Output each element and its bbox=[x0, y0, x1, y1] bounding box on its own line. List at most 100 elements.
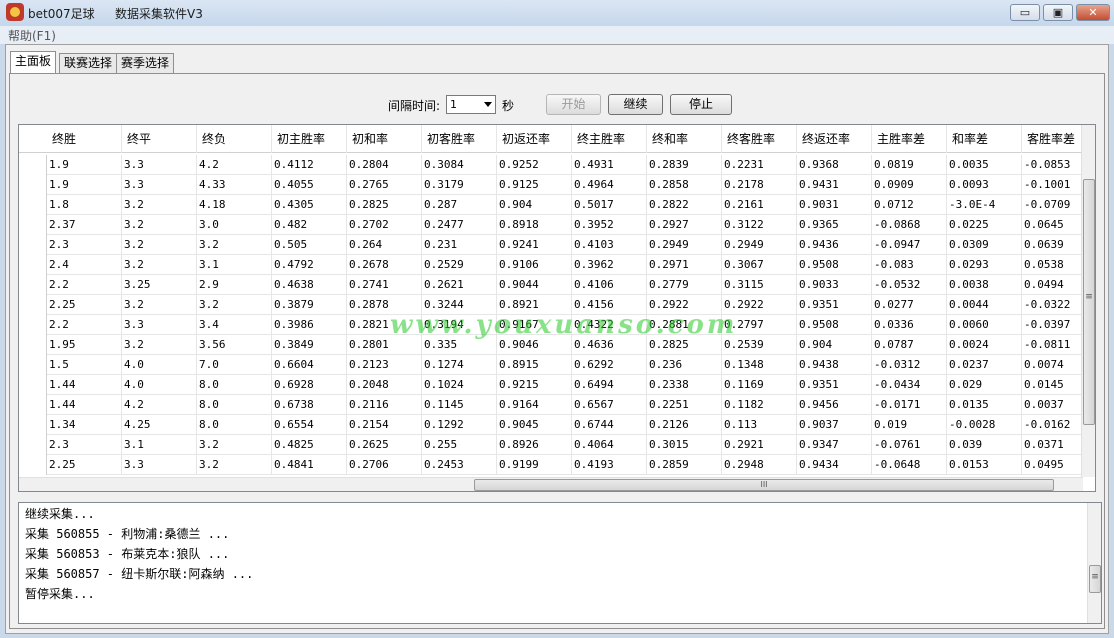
start-button[interactable]: 开始 bbox=[546, 94, 601, 115]
table-cell[interactable]: 0.2825 bbox=[347, 195, 422, 215]
table-cell[interactable]: 0.2477 bbox=[422, 215, 497, 235]
log-vscroll-thumb[interactable]: ≡ bbox=[1089, 565, 1101, 593]
table-cell[interactable]: 3.2 bbox=[122, 195, 197, 215]
table-cell[interactable]: 0.9215 bbox=[497, 375, 572, 395]
table-cell[interactable]: 0.9436 bbox=[797, 235, 872, 255]
table-cell[interactable]: 0.0038 bbox=[947, 275, 1022, 295]
table-cell[interactable]: 3.1 bbox=[122, 435, 197, 455]
table-cell[interactable]: 0.231 bbox=[422, 235, 497, 255]
table-cell[interactable]: 0.2971 bbox=[647, 255, 722, 275]
table-cell[interactable]: 3.3 bbox=[122, 155, 197, 175]
table-cell[interactable]: 3.2 bbox=[197, 435, 272, 455]
table-cell[interactable]: 1.5 bbox=[47, 355, 122, 375]
table-cell[interactable]: 0.1024 bbox=[422, 375, 497, 395]
table-cell[interactable]: 4.25 bbox=[122, 415, 197, 435]
table-cell[interactable]: 0.113 bbox=[722, 415, 797, 435]
table-cell[interactable]: 0.9044 bbox=[497, 275, 572, 295]
table-cell[interactable]: 3.2 bbox=[197, 455, 272, 475]
table-cell[interactable]: 0.9045 bbox=[497, 415, 572, 435]
table-cell[interactable]: 0.3067 bbox=[722, 255, 797, 275]
table-row[interactable]: 2.2 3.3 3.4 0.3986 0.2821 0.3194 0.9167 0.4322 0… bbox=[19, 315, 1083, 335]
table-cell[interactable]: 0.8926 bbox=[497, 435, 572, 455]
minimize-button[interactable]: ▭ bbox=[1010, 4, 1040, 21]
interval-select[interactable]: 1 bbox=[446, 95, 496, 114]
row-header[interactable] bbox=[19, 315, 47, 335]
table-cell[interactable]: 0.2621 bbox=[422, 275, 497, 295]
table-cell[interactable]: 0.0293 bbox=[947, 255, 1022, 275]
table-cell[interactable]: 0.9031 bbox=[797, 195, 872, 215]
stop-button[interactable]: 停止 bbox=[670, 94, 732, 115]
table-cell[interactable]: -0.0947 bbox=[872, 235, 947, 255]
table-cell[interactable]: 0.2804 bbox=[347, 155, 422, 175]
tab-main-panel[interactable]: 主面板 bbox=[10, 51, 57, 73]
table-cell[interactable]: 2.3 bbox=[47, 235, 122, 255]
table-cell[interactable]: 0.2178 bbox=[722, 175, 797, 195]
table-cell[interactable]: -0.0397 bbox=[1022, 315, 1083, 335]
table-cell[interactable]: 0.2625 bbox=[347, 435, 422, 455]
table-cell[interactable]: 0.6494 bbox=[572, 375, 647, 395]
table-cell[interactable]: 2.3 bbox=[47, 435, 122, 455]
table-row[interactable]: 1.9 3.3 4.33 0.4055 0.2765 0.3179 0.9125 0.4964… bbox=[19, 175, 1083, 195]
table-cell[interactable]: 0.8921 bbox=[497, 295, 572, 315]
table-cell[interactable]: 0.2123 bbox=[347, 355, 422, 375]
table-cell[interactable]: 0.2741 bbox=[347, 275, 422, 295]
table-cell[interactable]: 0.6928 bbox=[272, 375, 347, 395]
maximize-button[interactable]: ▣ bbox=[1043, 4, 1073, 21]
table-cell[interactable]: 0.2839 bbox=[647, 155, 722, 175]
table-cell[interactable]: -3.0E-4 bbox=[947, 195, 1022, 215]
table-cell[interactable]: 0.3122 bbox=[722, 215, 797, 235]
table-cell[interactable]: 0.0035 bbox=[947, 155, 1022, 175]
table-cell[interactable]: 0.2154 bbox=[347, 415, 422, 435]
table-row[interactable]: 2.37 3.2 3.0 0.482 0.2702 0.2477 0.8918 0.3952 0… bbox=[19, 215, 1083, 235]
table-cell[interactable]: 1.9 bbox=[47, 155, 122, 175]
table-cell[interactable]: 0.9434 bbox=[797, 455, 872, 475]
table-cell[interactable]: 0.0093 bbox=[947, 175, 1022, 195]
table-cell[interactable]: 0.1292 bbox=[422, 415, 497, 435]
table-row[interactable]: 1.44 4.0 8.0 0.6928 0.2048 0.1024 0.9215 0.6494… bbox=[19, 375, 1083, 395]
table-cell[interactable]: 3.3 bbox=[122, 455, 197, 475]
table-cell[interactable]: 0.3879 bbox=[272, 295, 347, 315]
table-cell[interactable]: -0.0648 bbox=[872, 455, 947, 475]
table-cell[interactable]: 0.4825 bbox=[272, 435, 347, 455]
table-cell[interactable]: 0.039 bbox=[947, 435, 1022, 455]
table-cell[interactable]: 0.2338 bbox=[647, 375, 722, 395]
table-cell[interactable]: 0.4112 bbox=[272, 155, 347, 175]
table-cell[interactable]: 0.0060 bbox=[947, 315, 1022, 335]
table-cell[interactable]: 3.25 bbox=[122, 275, 197, 295]
table-row[interactable]: 1.5 4.0 7.0 0.6604 0.2123 0.1274 0.8915 0.6292 0… bbox=[19, 355, 1083, 375]
table-cell[interactable]: 0.6554 bbox=[272, 415, 347, 435]
table-cell[interactable]: 0.2797 bbox=[722, 315, 797, 335]
table-cell[interactable]: 8.0 bbox=[197, 415, 272, 435]
table-cell[interactable]: 0.3962 bbox=[572, 255, 647, 275]
column-header[interactable]: 和率差 bbox=[947, 125, 1022, 153]
table-cell[interactable]: -0.0162 bbox=[1022, 415, 1083, 435]
table-cell[interactable]: 0.0494 bbox=[1022, 275, 1083, 295]
column-header[interactable]: 终返还率 bbox=[797, 125, 872, 153]
table-cell[interactable]: 2.2 bbox=[47, 315, 122, 335]
grid-hscroll-thumb[interactable]: III bbox=[474, 479, 1054, 491]
table-row[interactable]: 1.9 3.3 4.2 0.4112 0.2804 0.3084 0.9252 0.4931 0… bbox=[19, 155, 1083, 175]
table-cell[interactable]: 0.9431 bbox=[797, 175, 872, 195]
table-cell[interactable]: 0.9106 bbox=[497, 255, 572, 275]
table-cell[interactable]: -0.0171 bbox=[872, 395, 947, 415]
row-header[interactable] bbox=[19, 295, 47, 315]
table-cell[interactable]: 0.904 bbox=[797, 335, 872, 355]
table-cell[interactable]: 0.4103 bbox=[572, 235, 647, 255]
table-cell[interactable]: 0.0277 bbox=[872, 295, 947, 315]
table-cell[interactable]: 4.0 bbox=[122, 355, 197, 375]
table-cell[interactable]: 0.2922 bbox=[722, 295, 797, 315]
table-cell[interactable]: 0.3115 bbox=[722, 275, 797, 295]
table-cell[interactable]: 3.2 bbox=[197, 295, 272, 315]
row-header[interactable] bbox=[19, 195, 47, 215]
table-cell[interactable]: -0.0028 bbox=[947, 415, 1022, 435]
table-cell[interactable]: 0.2529 bbox=[422, 255, 497, 275]
row-header[interactable] bbox=[19, 375, 47, 395]
table-cell[interactable]: 0.9351 bbox=[797, 295, 872, 315]
table-cell[interactable]: 0.6744 bbox=[572, 415, 647, 435]
table-cell[interactable]: 4.2 bbox=[197, 155, 272, 175]
table-cell[interactable]: 0.255 bbox=[422, 435, 497, 455]
table-cell[interactable]: -0.0811 bbox=[1022, 335, 1083, 355]
table-cell[interactable]: 0.4055 bbox=[272, 175, 347, 195]
table-row[interactable]: 2.4 3.2 3.1 0.4792 0.2678 0.2529 0.9106 0.3962 0… bbox=[19, 255, 1083, 275]
table-cell[interactable]: -0.0709 bbox=[1022, 195, 1083, 215]
